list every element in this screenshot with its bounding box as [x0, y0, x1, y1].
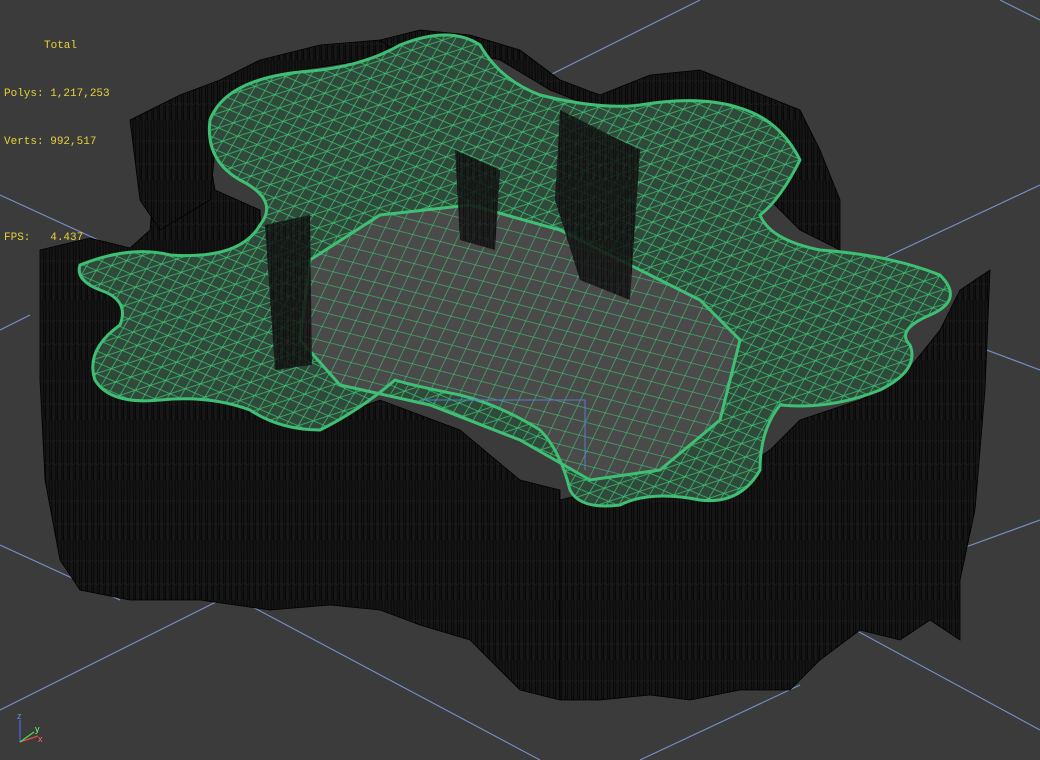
y-axis-label: y: [35, 724, 40, 734]
verts-row: Verts: 992,517: [4, 134, 110, 150]
x-axis-line: [19, 735, 39, 743]
polys-label: Polys:: [4, 88, 44, 100]
axis-gizmo: z x y: [17, 712, 43, 744]
fps-value: 4.437: [50, 232, 84, 244]
3d-viewport[interactable]: Total Polys: 1,217,253 Verts: 992,517 FP…: [0, 0, 1040, 760]
grid-line: [0, 594, 231, 711]
fps-row: FPS: 4.437: [4, 230, 110, 246]
z-axis-label: z: [17, 712, 22, 721]
grid-line: [999, 0, 1040, 21]
verts-label: Verts:: [4, 136, 44, 148]
polys-value: 1,217,253: [50, 88, 110, 100]
scene-statistics: Total Polys: 1,217,253 Verts: 992,517 FP…: [4, 6, 110, 278]
wireframe-scene: [0, 0, 1040, 760]
fps-label: FPS:: [4, 232, 31, 244]
grid-line: [0, 314, 31, 331]
grid-line: [539, 0, 701, 81]
verts-value: 992,517: [50, 136, 97, 148]
stats-spacer: [4, 182, 110, 198]
stats-title: Total: [44, 40, 78, 52]
polys-row: Polys: 1,217,253: [4, 86, 110, 102]
y-axis-line: [19, 731, 35, 743]
x-axis-label: x: [38, 734, 43, 744]
grid-line: [879, 184, 1040, 261]
